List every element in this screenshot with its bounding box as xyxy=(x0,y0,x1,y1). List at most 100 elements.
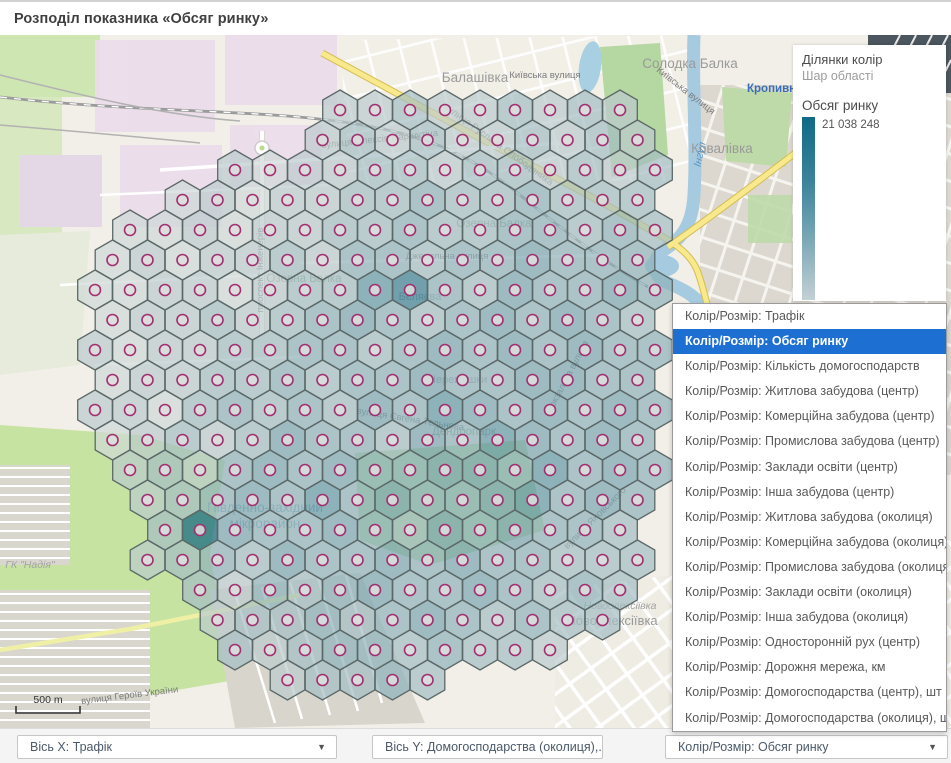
axis-y-select-label: Вісь Y: Домогосподарства (околиця),... xyxy=(385,740,603,754)
hex-center-marker xyxy=(125,225,136,236)
hex-center-marker xyxy=(405,645,416,656)
hex-center-marker xyxy=(562,435,573,446)
menu-item-12[interactable]: Колір/Розмір: Інша забудова (околиця) xyxy=(673,605,946,630)
hex-center-marker xyxy=(510,405,521,416)
hex-center-marker xyxy=(615,225,626,236)
menu-item-10[interactable]: Колір/Розмір: Промислова забудова (околи… xyxy=(673,555,946,580)
hex-center-marker xyxy=(335,165,346,176)
hex-center-marker xyxy=(142,495,153,506)
hex-center-marker xyxy=(597,615,608,626)
hex-center-marker xyxy=(545,345,556,356)
axis-y-select[interactable]: Вісь Y: Домогосподарства (околиця),... ▼ xyxy=(372,735,603,759)
hex-center-marker xyxy=(440,345,451,356)
map-label: Балашівка xyxy=(442,70,509,85)
hex-center-marker xyxy=(475,105,486,116)
hex-center-marker xyxy=(265,405,276,416)
hex-center-marker xyxy=(597,255,608,266)
menu-item-15[interactable]: Колір/Розмір: Домогосподарства (центр), … xyxy=(673,680,946,705)
axis-x-select[interactable]: Вісь X: Трафік ▼ xyxy=(17,735,337,759)
color-size-select[interactable]: Колір/Розмір: Обсяг ринку ▼ xyxy=(665,735,948,759)
hex-center-marker xyxy=(562,255,573,266)
menu-item-13[interactable]: Колір/Розмір: Односторонній рух (центр) xyxy=(673,630,946,655)
hex-center-marker xyxy=(615,165,626,176)
menu-item-2[interactable]: Колір/Розмір: Кількість домогосподарств xyxy=(673,354,946,379)
menu-item-5[interactable]: Колір/Розмір: Промислова забудова (центр… xyxy=(673,429,946,454)
hex-center-marker xyxy=(422,315,433,326)
hex-center-marker xyxy=(142,435,153,446)
menu-item-14[interactable]: Колір/Розмір: Дорожня мережа, км xyxy=(673,655,946,680)
hex-center-marker xyxy=(527,315,538,326)
hex-center-marker xyxy=(615,345,626,356)
hex-center-marker xyxy=(562,375,573,386)
hex-center-marker xyxy=(282,555,293,566)
hex-center-marker xyxy=(422,375,433,386)
hex-center-marker xyxy=(405,105,416,116)
hex-center-marker xyxy=(650,405,661,416)
hex-center-marker xyxy=(230,525,241,536)
hex-center-marker xyxy=(632,435,643,446)
hex-center-marker xyxy=(422,495,433,506)
hex-center-marker xyxy=(457,375,468,386)
hex-center-marker xyxy=(300,405,311,416)
hex-center-marker xyxy=(107,315,118,326)
hex-center-marker xyxy=(230,165,241,176)
hex-center-marker xyxy=(632,495,643,506)
hex-center-marker xyxy=(510,585,521,596)
hex-center-marker xyxy=(247,375,258,386)
hex-center-marker xyxy=(422,555,433,566)
menu-item-7[interactable]: Колір/Розмір: Інша забудова (центр) xyxy=(673,480,946,505)
hex-center-marker xyxy=(300,465,311,476)
hex-center-marker xyxy=(317,375,328,386)
hex-center-marker xyxy=(475,345,486,356)
hex-center-marker xyxy=(230,645,241,656)
hex-center-marker xyxy=(562,195,573,206)
color-size-select-label: Колір/Розмір: Обсяг ринку xyxy=(678,740,829,754)
hex-center-marker xyxy=(597,555,608,566)
hex-center-marker xyxy=(457,555,468,566)
hex-center-marker xyxy=(580,465,591,476)
hex-center-marker xyxy=(282,315,293,326)
hex-center-marker xyxy=(195,525,206,536)
hex-center-marker xyxy=(492,615,503,626)
hex-center-marker xyxy=(352,255,363,266)
hex-center-marker xyxy=(457,255,468,266)
hex-center-marker xyxy=(510,465,521,476)
menu-item-6[interactable]: Колір/Розмір: Заклади освіти (центр) xyxy=(673,455,946,480)
hex-center-marker xyxy=(125,345,136,356)
hex-center-marker xyxy=(370,645,381,656)
hex-center-marker xyxy=(475,225,486,236)
hex-center-marker xyxy=(405,165,416,176)
hex-center-marker xyxy=(265,585,276,596)
hex-center-marker xyxy=(387,315,398,326)
hex-center-marker xyxy=(160,525,171,536)
scale-label: 500 m xyxy=(33,694,62,706)
hex-center-marker xyxy=(300,165,311,176)
hex-center-marker xyxy=(335,465,346,476)
menu-item-16[interactable]: Колір/Розмір: Домогосподарства (околиця)… xyxy=(673,706,946,731)
hex-center-marker xyxy=(265,225,276,236)
hex-center-marker xyxy=(265,645,276,656)
menu-item-3[interactable]: Колір/Розмір: Житлова забудова (центр) xyxy=(673,379,946,404)
hex-center-marker xyxy=(615,585,626,596)
hex-center-marker xyxy=(335,645,346,656)
menu-item-11[interactable]: Колір/Розмір: Заклади освіти (околиця) xyxy=(673,580,946,605)
hex-center-marker xyxy=(597,495,608,506)
menu-item-9[interactable]: Колір/Розмір: Комерційна забудова (околи… xyxy=(673,530,946,555)
hex-center-marker xyxy=(230,465,241,476)
hex-center-marker xyxy=(195,345,206,356)
hex-center-marker xyxy=(510,285,521,296)
hex-center-marker xyxy=(282,495,293,506)
menu-item-4[interactable]: Колір/Розмір: Комерційна забудова (центр… xyxy=(673,404,946,429)
hex-center-marker xyxy=(300,345,311,356)
hex-center-marker xyxy=(142,255,153,266)
menu-item-8[interactable]: Колір/Розмір: Житлова забудова (околиця) xyxy=(673,505,946,530)
hex-center-marker xyxy=(195,405,206,416)
hex-center-marker xyxy=(405,345,416,356)
hex-center-marker xyxy=(387,555,398,566)
hex-center-marker xyxy=(335,405,346,416)
hex-center-marker xyxy=(300,285,311,296)
hex-center-marker xyxy=(90,345,101,356)
menu-item-0[interactable]: Колір/Розмір: Трафік xyxy=(673,304,946,329)
hex-center-marker xyxy=(475,465,486,476)
menu-item-1[interactable]: Колір/Розмір: Обсяг ринку xyxy=(673,329,946,354)
